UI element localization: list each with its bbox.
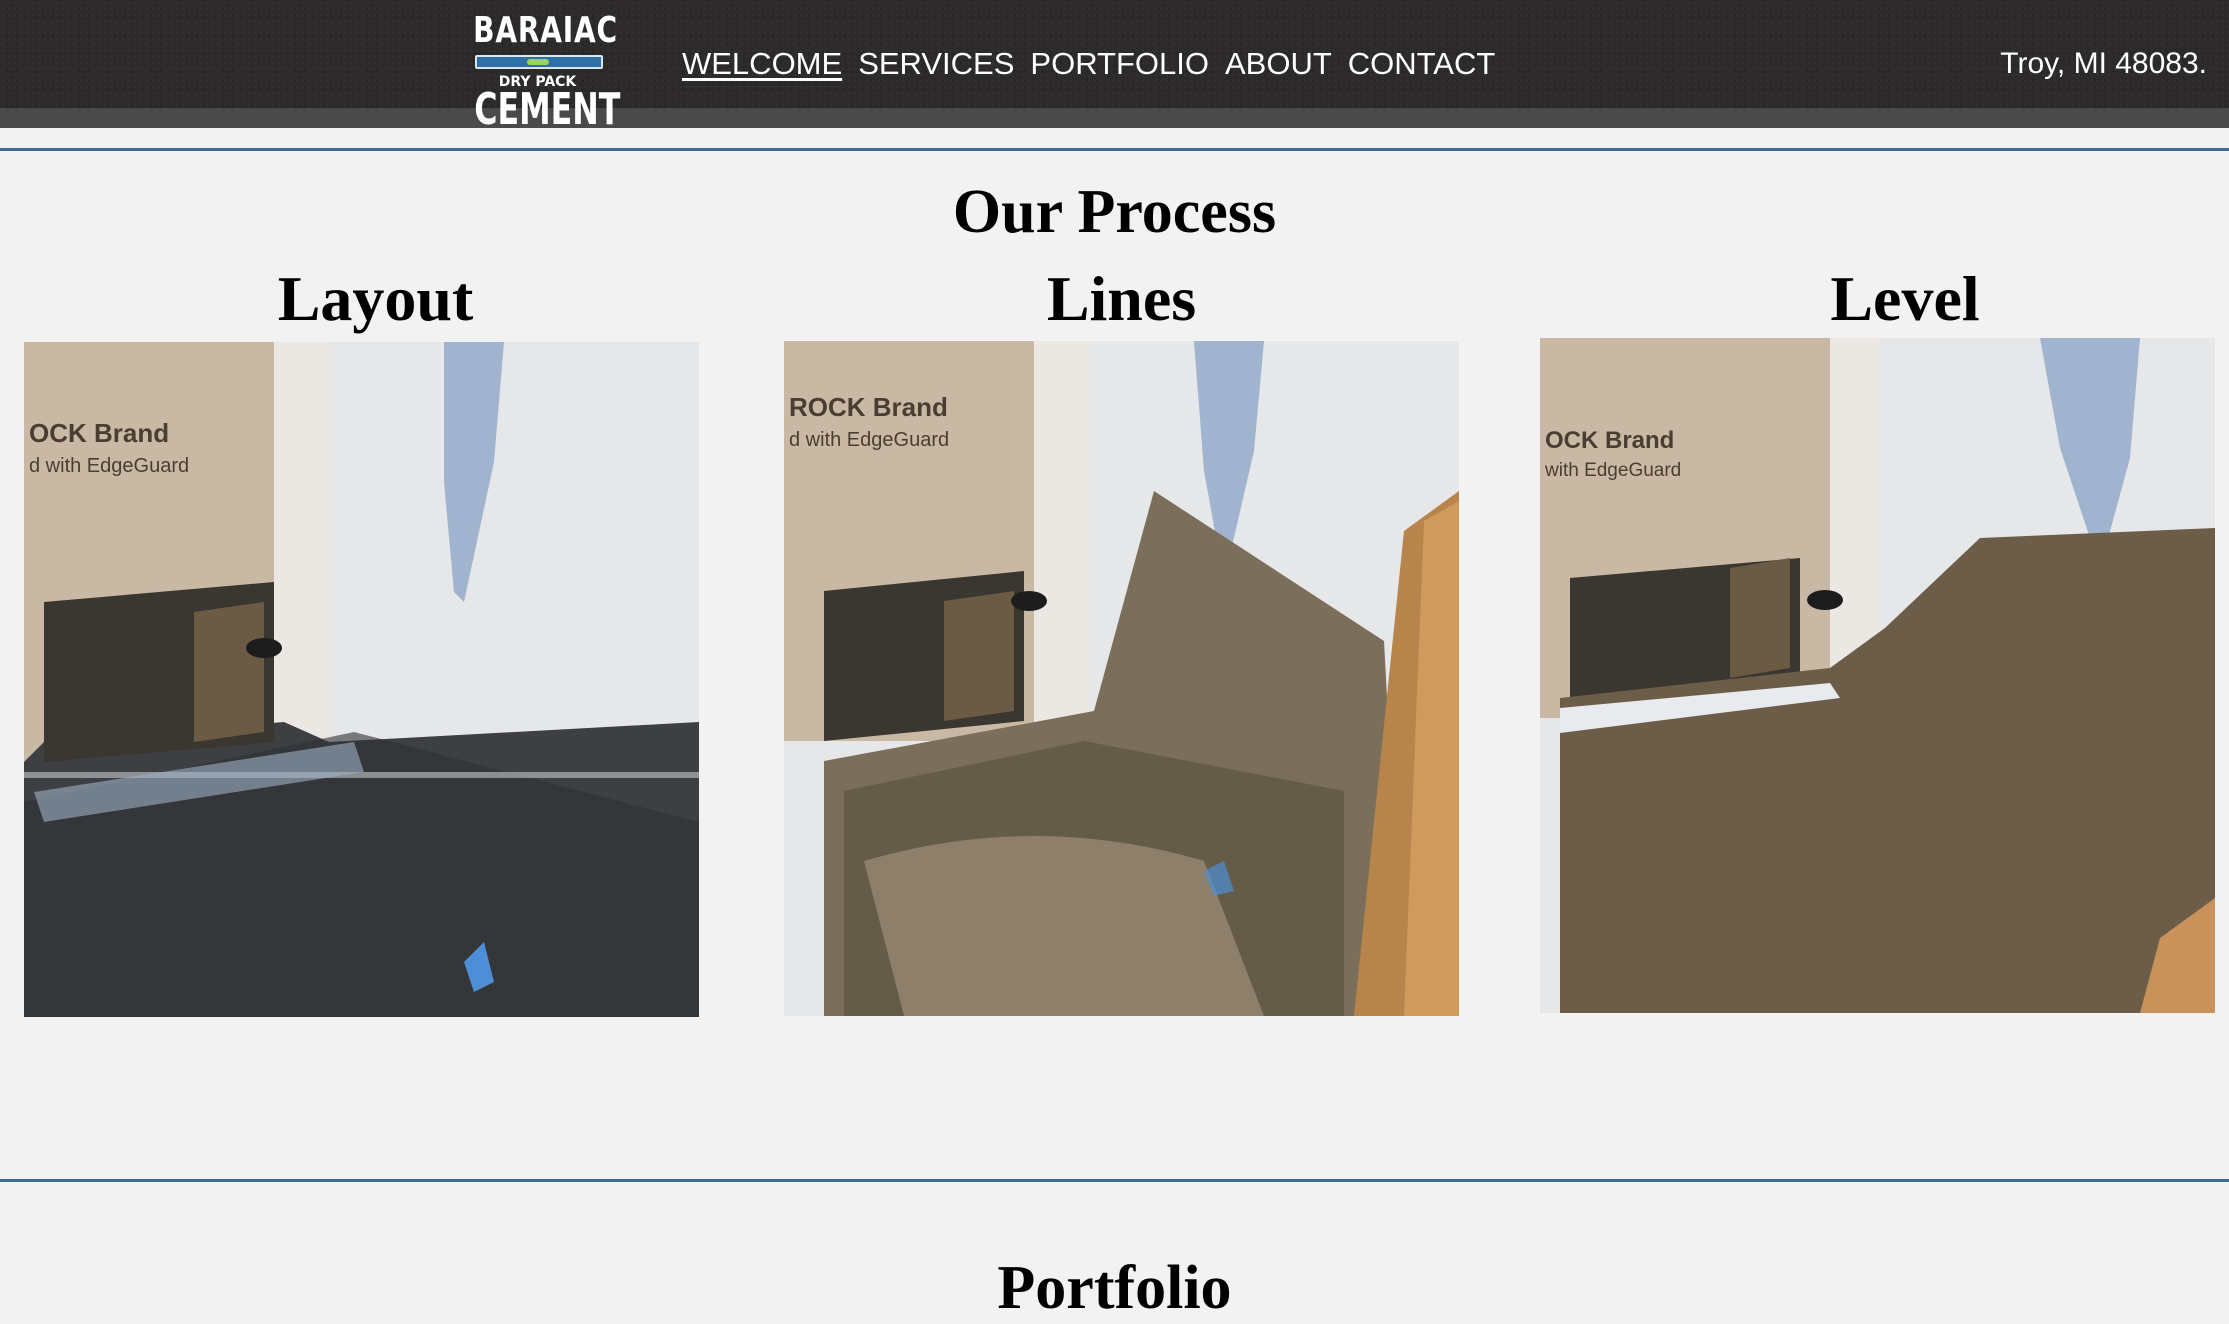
nav-link-portfolio[interactable]: PORTFOLIO (1030, 44, 1209, 84)
logo-text-bottom: CEMENT (474, 84, 621, 135)
step-title-layout: Layout (277, 263, 474, 334)
svg-text:with EdgeGuard: with EdgeGuard (1544, 460, 1681, 481)
shower-floor-membrane-photo: OCK Brand d with EdgeGuard (24, 342, 699, 1017)
portfolio-section-title: Portfolio (997, 1254, 1232, 1322)
svg-text:d with EdgeGuard: d with EdgeGuard (29, 455, 189, 477)
step-title-lines: Lines (1046, 263, 1197, 334)
nav-link-welcome[interactable]: WELCOME (682, 44, 842, 84)
nav-link-about[interactable]: ABOUT (1225, 44, 1332, 84)
nav-link-contact[interactable]: CONTACT (1348, 44, 1496, 84)
shower-floor-leveled-mortar-photo: OCK Brand with EdgeGuard (1540, 338, 2215, 1013)
svg-text:d with EdgeGuard: d with EdgeGuard (789, 429, 949, 451)
section-divider-top (0, 148, 2229, 151)
business-location: Troy, MI 48083. (2000, 47, 2207, 80)
svg-text:OCK Brand: OCK Brand (29, 418, 169, 448)
process-section-title: Our Process (952, 178, 1277, 246)
nav-link-services[interactable]: SERVICES (858, 44, 1014, 84)
svg-text:ROCK Brand: ROCK Brand (789, 392, 948, 422)
step-title-level: Level (1830, 263, 1980, 334)
section-divider-bottom (0, 1179, 2229, 1182)
logo-text-top: BARAIAC (473, 10, 618, 51)
site-logo[interactable]: BARAIAC DRY PACK CEMENT (455, 10, 630, 135)
svg-text:OCK Brand: OCK Brand (1545, 427, 1674, 454)
main-navigation: WELCOME SERVICES PORTFOLIO ABOUT CONTACT (682, 44, 1511, 84)
level-tool-icon (475, 55, 603, 69)
shower-floor-mortar-lines-photo: ROCK Brand d with EdgeGuard (784, 341, 1459, 1016)
header-shadow-band (0, 108, 2229, 128)
